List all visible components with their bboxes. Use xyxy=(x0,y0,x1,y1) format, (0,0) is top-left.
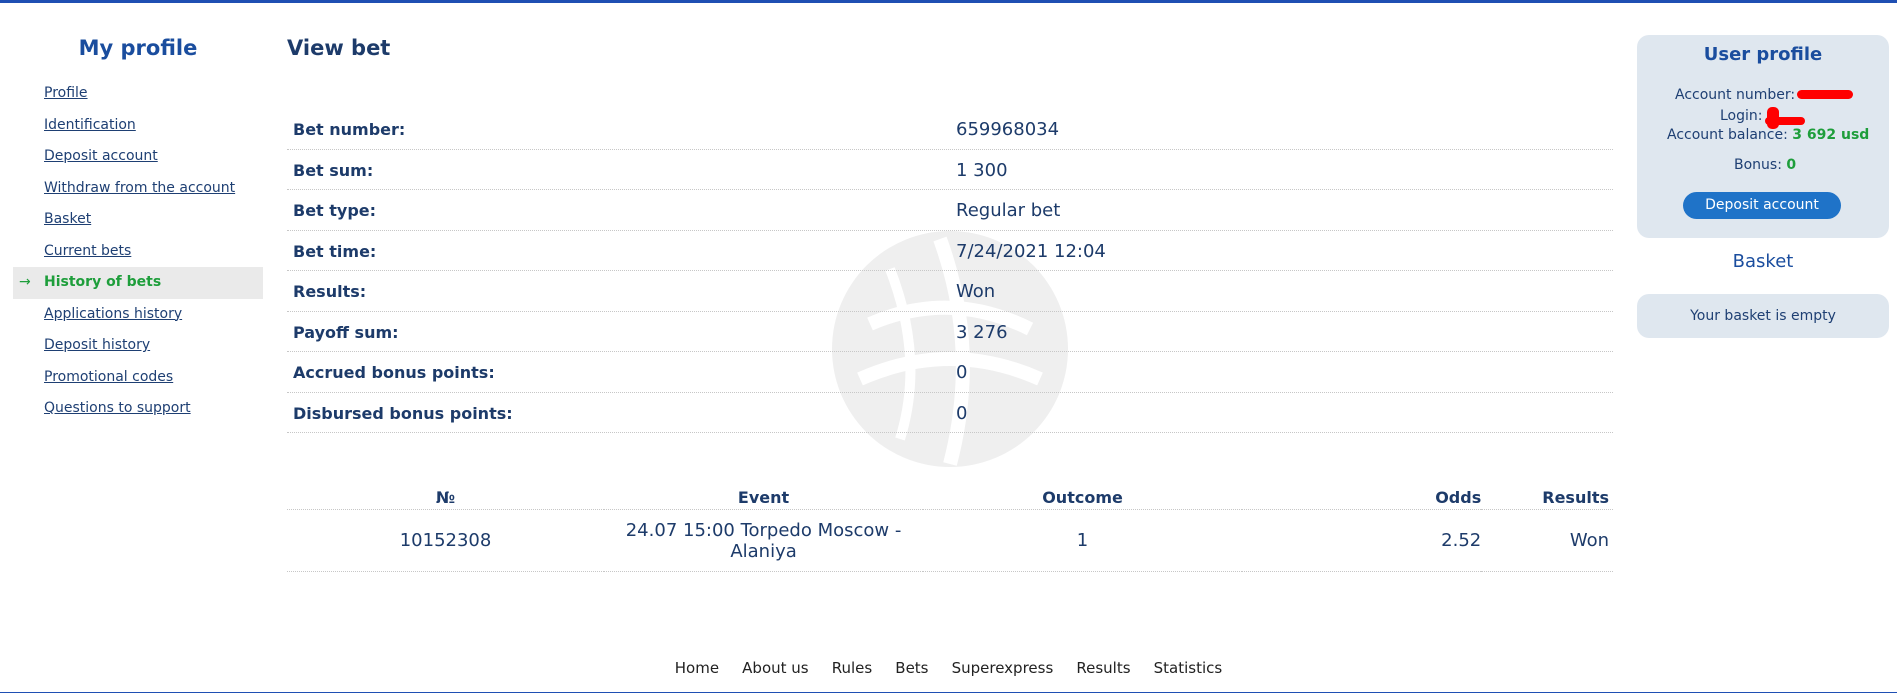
footer-link-home[interactable]: Home xyxy=(675,659,719,677)
profile-sidebar: My profile Profile Identification Deposi… xyxy=(13,36,263,425)
bet-details-table: Bet number: 659968034 Bet sum: 1 300 Bet… xyxy=(287,109,1613,433)
sidebar-item-promotional-codes[interactable]: Promotional codes xyxy=(13,362,263,394)
sidebar-item-label[interactable]: Profile xyxy=(44,85,88,101)
main-content: View bet Bet number: 659968034 Bet sum: … xyxy=(287,36,1613,572)
bet-number-value: 659968034 xyxy=(956,119,1060,140)
column-header-odds: Odds xyxy=(1242,475,1482,510)
sidebar-item-current-bets[interactable]: Current bets xyxy=(13,236,263,268)
payoff-sum-value: 3 276 xyxy=(956,321,1008,343)
disbursed-bonus-value: 0 xyxy=(956,402,968,424)
bet-detail-row: Bet type: Regular bet xyxy=(287,190,1613,231)
odds-cell: 2.52 xyxy=(1242,509,1482,572)
footer-link-about-us[interactable]: About us xyxy=(742,659,808,677)
column-header-outcome: Outcome xyxy=(923,475,1243,510)
sidebar-item-label[interactable]: Basket xyxy=(44,211,91,227)
table-header-row: № Event Outcome Odds Results xyxy=(287,475,1613,510)
bet-detail-row: Bet time: 7/24/2021 12:04 xyxy=(287,231,1613,271)
redaction-mark xyxy=(1797,90,1853,99)
bet-number-label: Bet number: xyxy=(293,120,406,139)
account-number-label: Account number: xyxy=(1675,87,1796,103)
basket-title: Basket xyxy=(1732,251,1794,272)
bet-time-label: Bet time: xyxy=(293,241,377,261)
footer-link-rules[interactable]: Rules xyxy=(832,659,872,677)
sidebar-item-profile[interactable]: Profile xyxy=(13,78,263,110)
deposit-account-button[interactable]: Deposit account xyxy=(1683,192,1841,219)
sidebar-item-label[interactable]: Applications history xyxy=(44,306,182,322)
sidebar-item-label[interactable]: Promotional codes xyxy=(44,369,173,385)
sidebar-item-label[interactable]: Deposit history xyxy=(44,337,150,353)
basket-panel: Your basket is empty xyxy=(1637,294,1889,338)
profile-menu: Profile Identification Deposit account W… xyxy=(13,78,263,425)
bet-sum-value: 1 300 xyxy=(956,159,1008,181)
footer-link-results[interactable]: Results xyxy=(1076,659,1130,677)
footer-nav: Home About us Rules Bets Superexpress Re… xyxy=(0,658,1897,677)
sidebar-item-basket[interactable]: Basket xyxy=(13,204,263,236)
sidebar-item-questions-to-support[interactable]: Questions to support xyxy=(13,393,263,425)
bet-detail-row: Bet number: 659968034 xyxy=(287,109,1613,150)
event-name-cell: 24.07 15:00 Torpedo Moscow - Alaniya xyxy=(604,509,924,572)
accrued-bonus-label: Accrued bonus points: xyxy=(293,363,495,382)
bet-detail-row: Bet sum: 1 300 xyxy=(287,150,1613,190)
account-balance-label: Account balance: xyxy=(1667,127,1788,143)
column-header-event: Event xyxy=(604,475,924,510)
bet-detail-row: Payoff sum: 3 276 xyxy=(287,312,1613,352)
sidebar-item-label[interactable]: Withdraw from the account xyxy=(44,180,235,196)
sidebar-item-identification[interactable]: Identification xyxy=(13,110,263,142)
account-balance: Account balance: 3 692 usd xyxy=(1667,127,1869,143)
sidebar-item-label[interactable]: Identification xyxy=(44,117,136,133)
sidebar-item-applications-history[interactable]: Applications history xyxy=(13,299,263,331)
user-profile-card: User profile Account number: Login: Acco… xyxy=(1637,35,1889,238)
results-label: Results: xyxy=(293,282,367,301)
basket-empty-text: Your basket is empty xyxy=(1690,308,1836,324)
user-profile-title: User profile xyxy=(1703,44,1823,65)
bet-type-value: Regular bet xyxy=(956,200,1061,221)
bonus: Bonus: 0 xyxy=(1734,157,1796,173)
bet-time-value: 7/24/2021 12:04 xyxy=(956,240,1106,262)
sidebar-item-label[interactable]: Questions to support xyxy=(44,400,191,416)
results-value: Won xyxy=(956,281,996,302)
bet-detail-row: Results: Won xyxy=(287,271,1613,312)
arrow-right-icon: → xyxy=(19,274,31,290)
footer-link-bets[interactable]: Bets xyxy=(895,659,928,677)
sidebar-title: My profile xyxy=(78,36,198,60)
sidebar-item-label[interactable]: History of bets xyxy=(44,274,161,290)
sidebar-item-deposit-history[interactable]: Deposit history xyxy=(13,330,263,362)
result-cell: Won xyxy=(1481,509,1613,572)
sidebar-item-withdraw[interactable]: Withdraw from the account xyxy=(13,173,263,205)
column-header-number: № xyxy=(287,475,605,510)
bet-sum-label: Bet sum: xyxy=(293,160,374,180)
sidebar-item-deposit-account[interactable]: Deposit account xyxy=(13,141,263,173)
sidebar-item-label[interactable]: Current bets xyxy=(44,243,131,259)
sidebar-item-label[interactable]: Deposit account xyxy=(44,148,158,164)
footer-link-superexpress[interactable]: Superexpress xyxy=(952,659,1054,677)
top-accent-bar xyxy=(0,0,1897,3)
bonus-label: Bonus: xyxy=(1734,157,1782,173)
payoff-sum-label: Payoff sum: xyxy=(293,322,399,342)
redaction-mark xyxy=(1765,117,1805,125)
bet-events-table: № Event Outcome Odds Results 10152308 24… xyxy=(287,475,1613,572)
column-header-results: Results xyxy=(1481,475,1613,510)
page-title: View bet xyxy=(287,36,391,60)
disbursed-bonus-label: Disbursed bonus points: xyxy=(293,403,513,423)
table-row: 10152308 24.07 15:00 Torpedo Moscow - Al… xyxy=(287,509,1613,572)
bet-detail-row: Accrued bonus points: 0 xyxy=(287,352,1613,393)
account-balance-value: 3 692 usd xyxy=(1792,127,1870,143)
footer-link-statistics[interactable]: Statistics xyxy=(1154,659,1223,677)
outcome-cell: 1 xyxy=(923,509,1243,572)
event-number-cell: 10152308 xyxy=(287,509,605,572)
bonus-value: 0 xyxy=(1786,157,1797,173)
bet-detail-row: Disbursed bonus points: 0 xyxy=(287,393,1613,433)
accrued-bonus-value: 0 xyxy=(956,362,968,383)
sidebar-item-history-of-bets[interactable]: → History of bets xyxy=(13,267,263,299)
login-label: Login: xyxy=(1720,108,1763,124)
bet-type-label: Bet type: xyxy=(293,201,377,220)
